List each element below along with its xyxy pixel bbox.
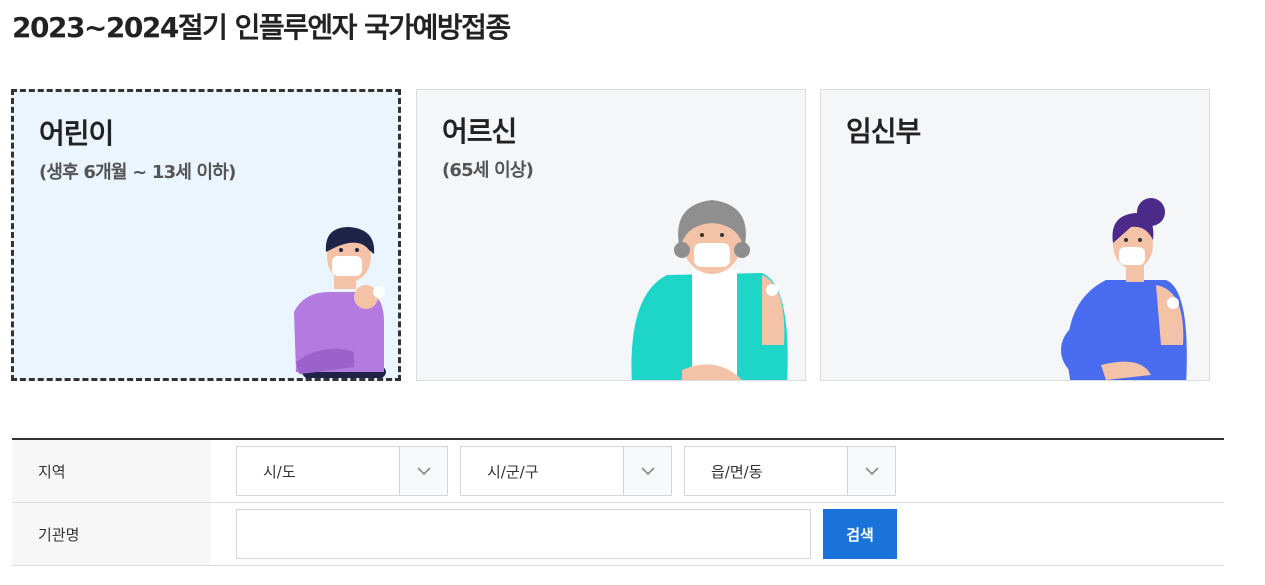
card-children-subtitle: (생후 6개월 ~ 13세 이하) [39, 162, 236, 183]
child-illustration [294, 227, 386, 378]
region-label: 지역 [12, 440, 211, 502]
sigungu-select[interactable]: 시/군/구 [460, 446, 672, 496]
institution-row: 기관명 검색 [12, 503, 1224, 566]
sido-select-value: 시/도 [263, 462, 296, 481]
card-seniors-subtitle: (65세 이상) [442, 160, 534, 181]
eupmyeondong-select[interactable]: 읍/면/동 [684, 446, 896, 496]
senior-illustration [631, 200, 788, 380]
card-children[interactable]: 어린이 (생후 6개월 ~ 13세 이하) [11, 89, 401, 381]
region-row: 지역 시/도 시/군/구 읍/면/동 [12, 440, 1224, 503]
chevron-down-icon[interactable] [399, 447, 447, 495]
search-button[interactable]: 검색 [823, 509, 897, 559]
institution-input[interactable] [236, 509, 811, 559]
chevron-down-icon[interactable] [847, 447, 895, 495]
eupmyeondong-select-value: 읍/면/동 [711, 462, 763, 481]
sigungu-select-value: 시/군/구 [487, 462, 539, 481]
card-seniors-title: 어르신 [442, 115, 517, 148]
card-children-title: 어린이 [39, 117, 114, 150]
institution-label: 기관명 [12, 503, 211, 565]
sido-select[interactable]: 시/도 [236, 446, 448, 496]
search-form: 지역 시/도 시/군/구 읍/면/동 기관명 검색 [12, 438, 1224, 566]
card-pregnant-title: 임신부 [846, 115, 921, 148]
pregnant-illustration [1061, 198, 1187, 380]
chevron-down-icon[interactable] [623, 447, 671, 495]
card-pregnant[interactable]: 임신부 [820, 89, 1210, 381]
card-seniors[interactable]: 어르신 (65세 이상) [416, 89, 806, 381]
page-title: 2023~2024절기 인플루엔자 국가예방접종 [12, 11, 511, 44]
